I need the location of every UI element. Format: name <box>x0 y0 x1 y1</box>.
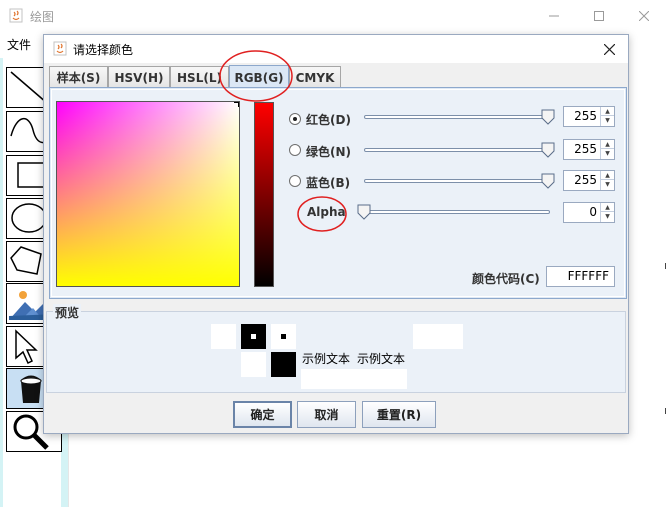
tab-rgb[interactable]: RGB(G) <box>229 65 289 89</box>
main-title-bar: 绘图 <box>0 0 669 32</box>
dialog-title-bar: 请选择颜色 <box>44 35 628 63</box>
java-cup-icon <box>9 8 23 23</box>
tab-hsv[interactable]: HSV(H) <box>108 66 170 88</box>
minimize-button[interactable] <box>531 0 577 32</box>
alpha-slider-thumb[interactable] <box>357 204 371 220</box>
blue-spin-down-icon[interactable]: ▼ <box>601 180 614 189</box>
alpha-value: 0 <box>589 205 597 219</box>
java-cup-icon <box>53 41 67 56</box>
sample-text-2: 示例文本 <box>357 352 406 366</box>
alpha-spinner[interactable]: 0 ▲ ▼ <box>563 202 615 223</box>
close-icon <box>603 43 615 55</box>
red-spinner[interactable]: 255 ▲ ▼ <box>563 106 615 127</box>
green-radio[interactable] <box>289 144 301 156</box>
red-label: 红色(D) <box>306 113 351 127</box>
menu-file[interactable]: 文件 <box>7 36 31 53</box>
alpha-slider[interactable] <box>362 210 550 214</box>
green-slider-thumb[interactable] <box>541 142 555 158</box>
blue-slider-thumb[interactable] <box>541 173 555 189</box>
preview-swatch-black-bottom <box>271 352 296 377</box>
green-spinner[interactable]: 255 ▲ ▼ <box>563 139 615 160</box>
blue-radio[interactable] <box>289 175 301 187</box>
alpha-label: Alpha <box>307 205 346 219</box>
blue-value: 255 <box>574 173 597 187</box>
preview-swatch-white <box>211 324 236 349</box>
green-label: 绿色(N) <box>306 145 352 159</box>
maximize-icon <box>594 11 604 21</box>
cancel-button[interactable]: 取消 <box>297 401 356 428</box>
color-value-strip[interactable] <box>254 102 274 287</box>
red-spin-up-icon[interactable]: ▲ <box>601 107 614 116</box>
ok-button[interactable]: 确定 <box>233 401 292 428</box>
green-spin-down-icon[interactable]: ▼ <box>601 149 614 158</box>
alpha-spin-down-icon[interactable]: ▼ <box>601 212 614 221</box>
dialog-close-button[interactable] <box>598 38 620 60</box>
blue-label: 蓝色(B) <box>306 176 351 190</box>
preview-swatch-black <box>241 324 266 349</box>
preview-swatch-white-dot <box>271 324 296 349</box>
main-window-title: 绘图 <box>30 10 55 24</box>
color-code-field[interactable]: FFFFFF <box>546 266 615 287</box>
preview-swatch-white-bottom <box>241 352 266 377</box>
green-slider[interactable] <box>364 148 554 152</box>
tab-hsl[interactable]: HSL(L) <box>170 66 229 88</box>
sample-text-white-bar <box>301 369 407 389</box>
sample-text-1: 示例文本 <box>302 352 351 366</box>
dialog-title: 请选择颜色 <box>73 43 134 57</box>
green-value: 255 <box>574 142 597 156</box>
color-gradient-square[interactable] <box>56 101 240 287</box>
red-radio[interactable] <box>289 113 301 125</box>
green-spin-up-icon[interactable]: ▲ <box>601 140 614 149</box>
blue-spin-up-icon[interactable]: ▲ <box>601 171 614 180</box>
red-value: 255 <box>574 109 597 123</box>
maximize-button[interactable] <box>576 0 622 32</box>
preview-label: 预览 <box>53 304 82 321</box>
alpha-spin-up-icon[interactable]: ▲ <box>601 203 614 212</box>
blue-slider[interactable] <box>364 179 554 183</box>
tab-cmyk[interactable]: CMYK <box>289 66 341 88</box>
color-code-label: 颜色代码(C) <box>472 272 540 286</box>
close-icon <box>639 11 649 21</box>
red-spin-down-icon[interactable]: ▼ <box>601 116 614 125</box>
red-slider-thumb[interactable] <box>541 109 555 125</box>
close-window-button[interactable] <box>621 0 667 32</box>
red-slider[interactable] <box>364 115 554 119</box>
reset-button[interactable]: 重置(R) <box>362 401 436 428</box>
color-chooser-dialog: 请选择颜色 样本(S) HSV(H) HSL(L) RGB(G) CMYK 红色… <box>43 34 629 434</box>
blue-spinner[interactable]: 255 ▲ ▼ <box>563 170 615 191</box>
preview-panel: 预览 示例文本 示例文本 <box>46 304 626 393</box>
minimize-icon <box>549 15 559 17</box>
preview-swatch-white-wide <box>413 324 463 349</box>
tab-swatches[interactable]: 样本(S) <box>49 66 108 88</box>
